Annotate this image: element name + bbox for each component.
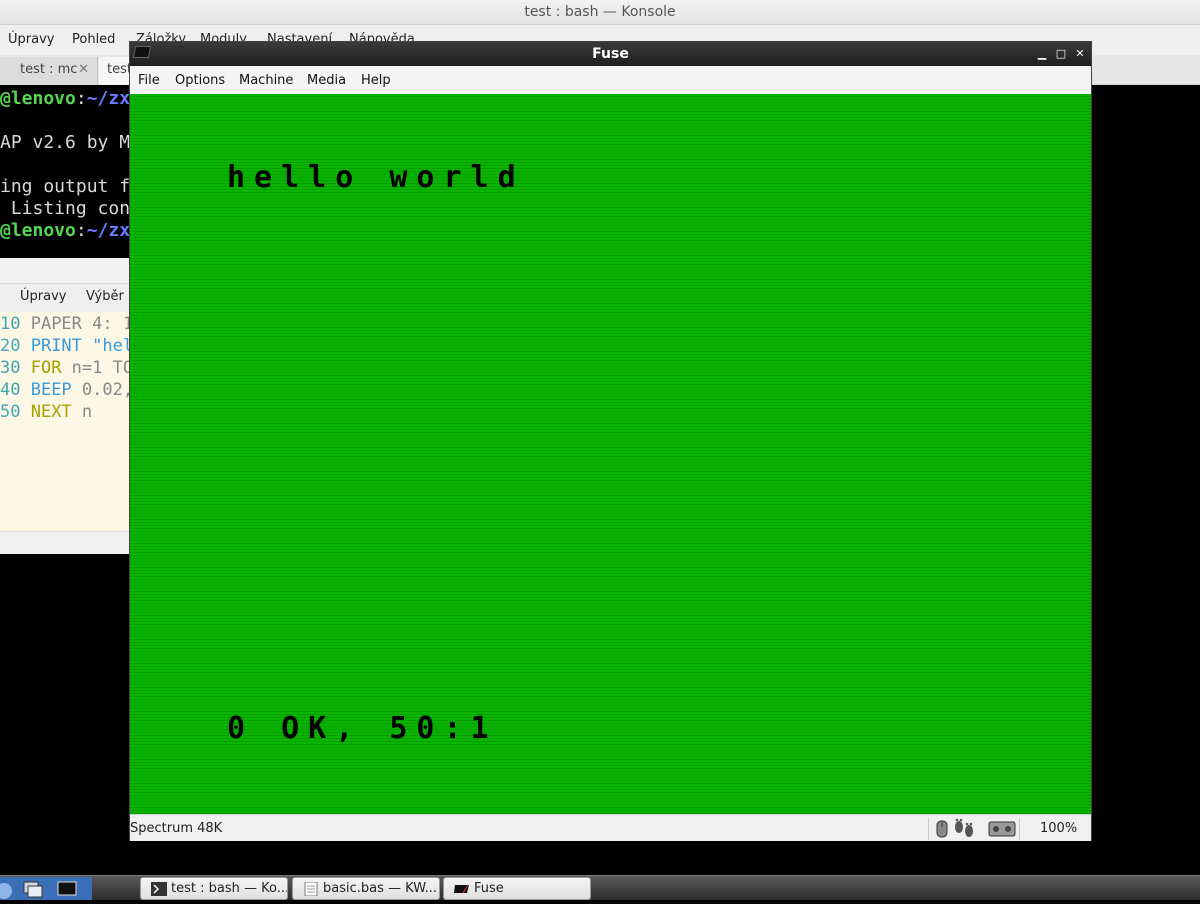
kwrite-menu-vyber[interactable]: Výběr [86, 289, 124, 304]
code-line: 40 BEEP 0.02, [0, 380, 130, 400]
fuse-statusbar: Spectrum 48K 100% [130, 814, 1091, 841]
code-line: 50 NEXT n [0, 402, 93, 422]
terminal-line: @lenovo:~/zx [0, 220, 131, 241]
terminal-line: ing output fi [0, 176, 141, 197]
code-line: 10 PAPER 4: 1 [0, 314, 130, 334]
footprints-icon [955, 818, 973, 837]
spectrum-display[interactable]: hello world 0 OK, 50:1 [130, 94, 1091, 814]
menu-options[interactable]: Options [175, 73, 225, 88]
konsole-menu-pohled[interactable]: Pohled [72, 32, 115, 47]
terminal-line: AP v2.6 by Ma [0, 132, 141, 153]
terminal-line: Listing cont [0, 198, 141, 219]
spectrum-icon[interactable] [57, 881, 77, 896]
kwrite-menu-upravy[interactable]: Úpravy [20, 289, 66, 304]
code-editor[interactable]: 10 PAPER 4: 1 20 PRINT "hel 30 FOR n=1 T… [0, 312, 130, 532]
tape-icon [988, 821, 1016, 837]
tab-test-mc[interactable]: test : mc ✕ [0, 57, 98, 85]
terminal-icon [151, 882, 167, 896]
menu-machine[interactable]: Machine [239, 73, 293, 88]
tab-label: test : mc [20, 62, 78, 77]
fuse-window-title: Fuse [592, 46, 629, 62]
konsole-titlebar: test : bash — Konsole [0, 0, 1200, 25]
screen-text-status: 0 OK, 50:1 [227, 711, 498, 746]
code-line: 30 FOR n=1 TO [0, 358, 130, 378]
taskbar-item-kwrite[interactable]: basic.bas — KW... [292, 877, 440, 900]
kwrite-menubar: Úpravy Výběr [0, 284, 130, 312]
menu-file[interactable]: File [138, 73, 160, 88]
taskbar-item-label: Fuse [474, 881, 504, 896]
close-icon[interactable]: ✕ [78, 57, 89, 83]
menu-help[interactable]: Help [361, 73, 391, 88]
taskbar-item-konsole[interactable]: test : bash — Ko... [140, 877, 288, 900]
emulation-speed: 100% [1040, 821, 1078, 836]
kwrite-statusbar [0, 532, 130, 554]
taskbar-item-fuse[interactable]: Fuse [443, 877, 591, 900]
minimize-icon[interactable]: ▁ [1033, 42, 1051, 66]
fuse-window: Fuse ▁ □ ✕ File Options Machine Media He… [129, 41, 1092, 841]
fuse-menubar: File Options Machine Media Help [130, 66, 1091, 94]
spectrum-icon [454, 884, 469, 894]
taskbar-item-label: basic.bas — KW... [323, 881, 437, 896]
menu-media[interactable]: Media [307, 73, 346, 88]
spectrum-icon[interactable] [132, 46, 152, 58]
document-icon [304, 882, 318, 896]
maximize-icon[interactable]: □ [1052, 42, 1070, 66]
screen-text-hello: hello world [227, 160, 525, 195]
konsole-title: test : bash — Konsole [524, 4, 676, 20]
taskbar-item-label: test : bash — Ko... [171, 881, 288, 896]
taskbar: test : bash — Ko... basic.bas — KW... Fu… [0, 875, 1200, 900]
kwrite-titlebar [0, 258, 130, 284]
status-icons [928, 818, 1020, 840]
konsole-menu-upravy[interactable]: Úpravy [8, 32, 54, 47]
machine-type-label: Spectrum 48K [130, 821, 223, 836]
close-icon[interactable]: ✕ [1071, 42, 1089, 66]
fuse-titlebar[interactable]: Fuse ▁ □ ✕ [130, 42, 1091, 66]
taskbar-launcher[interactable] [0, 877, 92, 900]
terminal-line: @lenovo:~/zx [0, 88, 131, 109]
application-menu-icon[interactable] [0, 883, 12, 899]
mouse-icon [936, 820, 948, 838]
code-line: 20 PRINT "hel [0, 336, 130, 356]
